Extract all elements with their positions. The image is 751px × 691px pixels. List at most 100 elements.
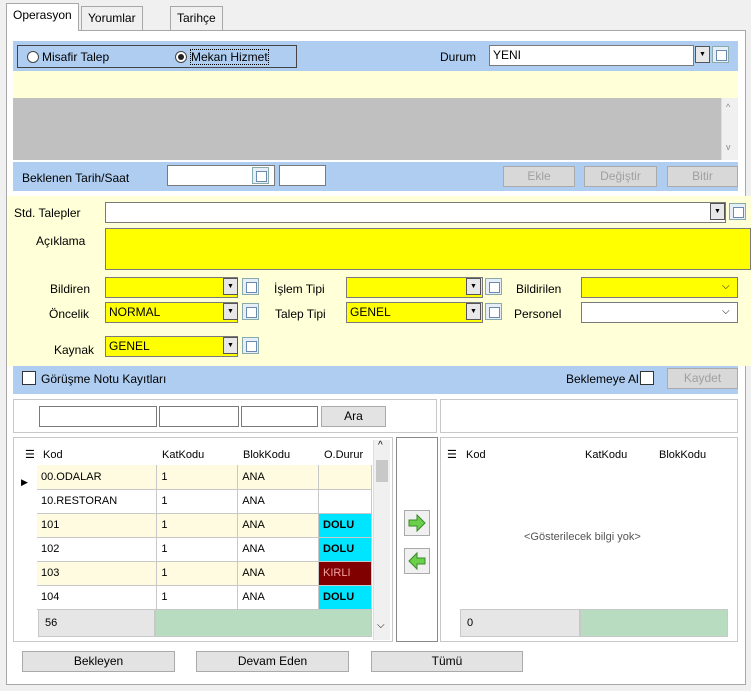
std-talepler-select[interactable] bbox=[105, 202, 726, 223]
search-blokkodu-input[interactable] bbox=[241, 406, 318, 427]
std-talepler-lookup-icon[interactable] bbox=[729, 203, 746, 220]
oncelik-label: Öncelik bbox=[49, 307, 90, 321]
bildiren-label: Bildiren bbox=[50, 282, 91, 296]
table-cell: KIRLI bbox=[318, 561, 372, 586]
beklenen-label: Beklenen Tarih/Saat bbox=[22, 171, 130, 185]
personel-select[interactable] bbox=[581, 302, 738, 323]
table-cell: ANA bbox=[237, 465, 320, 490]
right-col-blokkodu[interactable]: BlokKodu bbox=[659, 449, 706, 461]
table-cell: 1 bbox=[156, 561, 239, 586]
gorusme-label: Görüşme Notu Kayıtları bbox=[41, 372, 167, 386]
left-grid-footer-bar bbox=[155, 609, 372, 637]
scroll-up-icon[interactable]: ^ bbox=[726, 102, 730, 112]
ara-button[interactable]: Ara bbox=[321, 406, 386, 427]
bildiren-lookup-icon[interactable] bbox=[242, 278, 259, 295]
durum-dropdown-icon[interactable]: ▼ bbox=[695, 46, 710, 63]
durum-lookup-icon[interactable] bbox=[712, 46, 729, 63]
col-odurum[interactable]: O.Durur bbox=[324, 449, 364, 461]
table-row[interactable]: 00.ODALAR 1 ANA bbox=[37, 465, 372, 490]
aciklama-label: Açıklama bbox=[36, 234, 86, 248]
right-grid-menu-icon[interactable]: ☰ bbox=[447, 448, 457, 461]
right-grid-footer-bar bbox=[580, 609, 728, 637]
table-cell: 102 bbox=[37, 537, 158, 562]
tab-bar: Operasyon Yorumlar Tarihçe bbox=[0, 0, 751, 31]
left-grid-table: 00.ODALAR 1 ANA 10.RESTORAN 1 ANA 101 1 ANA DOLU 1… bbox=[37, 465, 372, 610]
ekle-button[interactable]: Ekle bbox=[503, 166, 575, 187]
radio-misafir-talep[interactable]: Misafir Talep bbox=[27, 50, 109, 64]
table-cell: 00.ODALAR bbox=[37, 465, 158, 490]
bekleyen-button[interactable]: Bekleyen bbox=[22, 651, 175, 672]
table-row[interactable]: 102 1 ANA DOLU bbox=[37, 537, 372, 562]
scroll-thumb[interactable] bbox=[376, 460, 388, 482]
info-band bbox=[13, 71, 738, 98]
search-katkodu-input[interactable] bbox=[159, 406, 239, 427]
bildirilen-label: Bildirilen bbox=[516, 282, 562, 296]
islem-tipi-label: İşlem Tipi bbox=[274, 282, 325, 296]
table-cell: ANA bbox=[237, 561, 320, 586]
personel-chevron-down-icon[interactable]: ⌵ bbox=[722, 306, 730, 317]
grid-menu-icon[interactable]: ☰ bbox=[25, 448, 35, 461]
table-row[interactable]: 101 1 ANA DOLU bbox=[37, 513, 372, 538]
degistir-button[interactable]: Değiştir bbox=[584, 166, 657, 187]
col-kod[interactable]: Kod bbox=[43, 449, 63, 461]
oncelik-dropdown-icon[interactable]: ▼ bbox=[223, 303, 238, 320]
bitir-button[interactable]: Bitir bbox=[667, 166, 738, 187]
talep-tipi-select[interactable]: GENEL bbox=[346, 302, 483, 323]
radio-mekan-hizmet[interactable]: Mekan Hizmet bbox=[175, 49, 269, 65]
scroll-down-icon[interactable]: ⌵ bbox=[377, 620, 385, 631]
bildiren-dropdown-icon[interactable]: ▼ bbox=[223, 278, 238, 295]
talep-tipi-lookup-icon[interactable] bbox=[485, 303, 502, 320]
islem-tipi-dropdown-icon[interactable]: ▼ bbox=[466, 278, 481, 295]
tab-tarihce[interactable]: Tarihçe bbox=[170, 6, 223, 30]
aciklama-textarea[interactable] bbox=[105, 228, 751, 270]
table-cell: ANA bbox=[237, 489, 320, 514]
tab-operasyon[interactable]: Operasyon bbox=[6, 3, 79, 31]
left-grid-count: 56 bbox=[38, 609, 155, 637]
right-col-katkodu[interactable]: KatKodu bbox=[585, 449, 627, 461]
oncelik-lookup-icon[interactable] bbox=[242, 303, 259, 320]
oncelik-select[interactable]: NORMAL bbox=[105, 302, 238, 323]
gorusme-checkbox[interactable] bbox=[22, 371, 36, 385]
table-row[interactable]: 10.RESTORAN 1 ANA bbox=[37, 489, 372, 514]
talep-tipi-dropdown-icon[interactable]: ▼ bbox=[466, 303, 481, 320]
search-kod-input[interactable] bbox=[39, 406, 157, 427]
kaynak-select[interactable]: GENEL bbox=[105, 336, 238, 357]
bildirilen-chevron-down-icon[interactable]: ⌵ bbox=[722, 281, 730, 292]
bildiren-select[interactable] bbox=[105, 277, 238, 298]
kaynak-label: Kaynak bbox=[54, 343, 95, 357]
talep-list-scrollbar[interactable]: ^ v bbox=[721, 98, 738, 160]
table-cell: 1 bbox=[156, 585, 239, 610]
table-cell bbox=[318, 465, 372, 490]
bildirilen-select[interactable] bbox=[581, 277, 738, 298]
scroll-up-icon[interactable]: ^ bbox=[378, 440, 383, 451]
move-right-button[interactable] bbox=[404, 510, 430, 536]
move-left-button[interactable] bbox=[404, 548, 430, 574]
calendar-icon[interactable] bbox=[252, 167, 269, 184]
durum-select[interactable]: YENI bbox=[489, 45, 694, 66]
transfer-panel bbox=[396, 437, 438, 642]
kaynak-lookup-icon[interactable] bbox=[242, 337, 259, 354]
table-cell bbox=[318, 489, 372, 514]
beklenen-time-input[interactable] bbox=[279, 165, 326, 186]
table-row[interactable]: 103 1 ANA KIRLI bbox=[37, 561, 372, 586]
beklemeye-label: Beklemeye Al bbox=[566, 372, 639, 386]
table-cell: 1 bbox=[156, 489, 239, 514]
devam-eden-button[interactable]: Devam Eden bbox=[196, 651, 349, 672]
islem-tipi-select[interactable] bbox=[346, 277, 483, 298]
radio-checked-icon bbox=[175, 51, 187, 63]
table-row[interactable]: 104 1 ANA DOLU bbox=[37, 585, 372, 610]
beklemeye-checkbox[interactable] bbox=[640, 371, 654, 385]
kaynak-dropdown-icon[interactable]: ▼ bbox=[223, 337, 238, 354]
left-grid-scrollbar[interactable]: ^ ⌵ bbox=[373, 440, 390, 640]
right-grid-empty-text: <Gösterilecek bilgi yok> bbox=[524, 531, 641, 543]
tab-yorumlar[interactable]: Yorumlar bbox=[81, 6, 143, 30]
col-blokkodu[interactable]: BlokKodu bbox=[243, 449, 290, 461]
right-col-kod[interactable]: Kod bbox=[466, 449, 486, 461]
table-cell: 103 bbox=[37, 561, 158, 586]
col-katkodu[interactable]: KatKodu bbox=[162, 449, 204, 461]
scroll-down-icon[interactable]: v bbox=[726, 142, 731, 152]
tumu-button[interactable]: Tümü bbox=[371, 651, 523, 672]
std-talepler-dropdown-icon[interactable]: ▼ bbox=[710, 203, 725, 220]
islem-tipi-lookup-icon[interactable] bbox=[485, 278, 502, 295]
kaydet-button[interactable]: Kaydet bbox=[667, 368, 738, 389]
